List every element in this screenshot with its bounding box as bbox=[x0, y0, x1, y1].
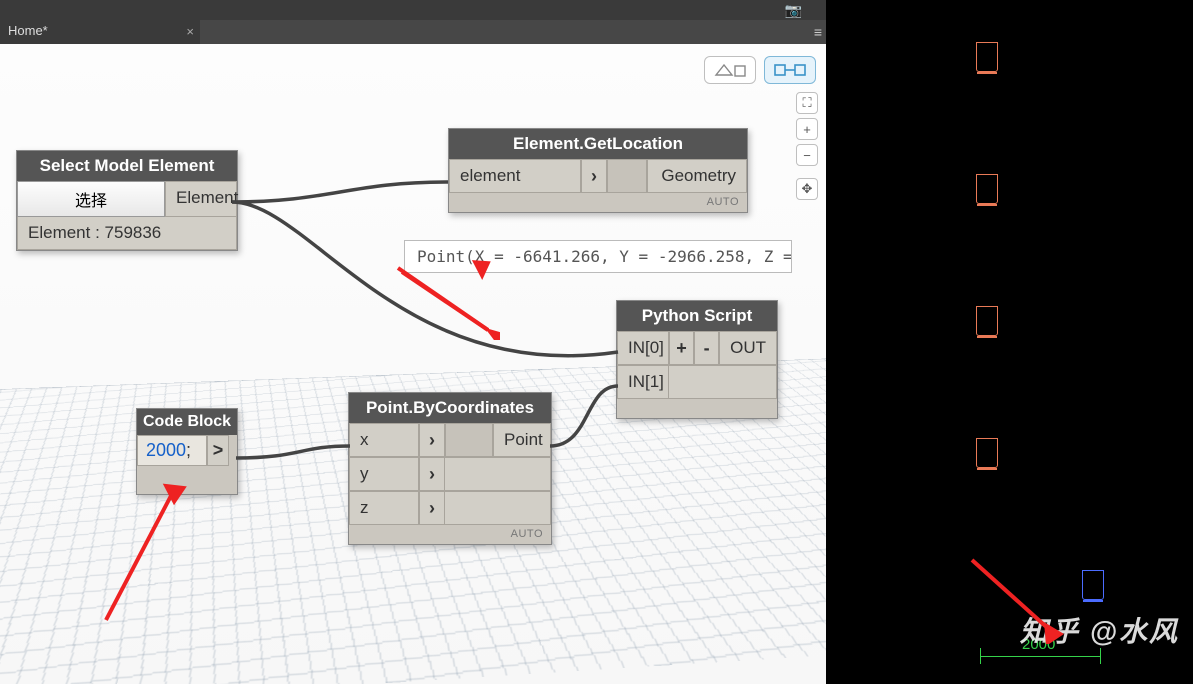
annotation-arrow-icon bbox=[96, 480, 196, 630]
node-select-model-element[interactable]: Select Model Element 选择 Element Element … bbox=[16, 150, 238, 251]
graph-view-button[interactable] bbox=[764, 56, 816, 84]
remove-input-button[interactable]: - bbox=[694, 331, 719, 365]
zoom-fit-button[interactable]: ⛶ bbox=[796, 92, 818, 114]
node-title: Select Model Element bbox=[17, 151, 237, 181]
pan-button[interactable]: ✥ bbox=[796, 178, 818, 200]
input-port-element[interactable]: element bbox=[449, 159, 581, 193]
input-port-in1[interactable]: IN[1] bbox=[617, 365, 669, 399]
revit-element-selected[interactable] bbox=[1082, 570, 1104, 600]
dimension-tick bbox=[980, 648, 981, 664]
node-title: Element.GetLocation bbox=[449, 129, 747, 159]
output-port-point[interactable]: Point bbox=[493, 423, 551, 457]
zoom-controls: ⛶ + − ✥ bbox=[796, 92, 818, 200]
input-port-x[interactable]: x bbox=[349, 423, 419, 457]
code-input[interactable]: 2000; bbox=[137, 435, 207, 466]
node-point-bycoordinates[interactable]: Point.ByCoordinates x › Point y › z › AU… bbox=[348, 392, 552, 545]
chevron-right-icon[interactable]: › bbox=[419, 457, 445, 491]
chevron-right-icon[interactable]: › bbox=[419, 423, 445, 457]
tab-label: Home* bbox=[8, 23, 48, 38]
geometry-view-button[interactable] bbox=[704, 56, 756, 84]
node-element-getlocation[interactable]: Element.GetLocation element › Geometry A… bbox=[448, 128, 748, 213]
input-port-in0[interactable]: IN[0] bbox=[617, 331, 669, 365]
annotation-arrow-icon bbox=[966, 554, 1066, 644]
title-bar: 📷 bbox=[0, 0, 826, 20]
revit-element bbox=[976, 438, 998, 468]
chevron-right-icon[interactable]: › bbox=[419, 491, 445, 525]
dynamo-workspace: 📷 Home* × ≡ ⛶ bbox=[0, 0, 826, 684]
tab-bar: Home* × ≡ bbox=[0, 20, 826, 44]
revit-element bbox=[976, 174, 998, 204]
lacing-auto-label: AUTO bbox=[449, 193, 747, 212]
revit-element bbox=[976, 42, 998, 72]
node-python-script[interactable]: Python Script IN[0] + - OUT IN[1] bbox=[616, 300, 778, 419]
output-port-element[interactable]: Element bbox=[165, 181, 237, 217]
tab-menu-icon[interactable]: ≡ bbox=[814, 24, 822, 40]
lacing-auto-label: AUTO bbox=[349, 525, 551, 544]
output-port-geometry[interactable]: Geometry bbox=[647, 159, 747, 193]
close-icon[interactable]: × bbox=[186, 24, 194, 39]
chevron-right-icon[interactable]: › bbox=[581, 159, 607, 193]
add-input-button[interactable]: + bbox=[669, 331, 694, 365]
zoom-out-button[interactable]: − bbox=[796, 144, 818, 166]
view-mode-toolbar bbox=[704, 56, 816, 84]
screenshot-icon[interactable]: 📷 bbox=[785, 2, 802, 19]
select-button[interactable]: 选择 bbox=[17, 181, 165, 217]
annotation-arrow-icon bbox=[380, 260, 500, 340]
dimension-tick bbox=[1100, 648, 1101, 664]
input-port-z[interactable]: z bbox=[349, 491, 419, 525]
node-title: Code Block bbox=[137, 409, 237, 435]
selected-element-value: Element : 759836 bbox=[17, 217, 237, 250]
tab-home[interactable]: Home* × bbox=[0, 20, 200, 44]
input-port-y[interactable]: y bbox=[349, 457, 419, 491]
revit-element bbox=[976, 306, 998, 336]
output-port-out[interactable]: OUT bbox=[719, 331, 777, 365]
node-title: Point.ByCoordinates bbox=[349, 393, 551, 423]
zoom-in-button[interactable]: + bbox=[796, 118, 818, 140]
output-port[interactable]: > bbox=[207, 435, 229, 466]
revit-view: 2000 知乎 @水风 bbox=[826, 0, 1193, 684]
dimension-line bbox=[980, 656, 1100, 657]
node-title: Python Script bbox=[617, 301, 777, 331]
